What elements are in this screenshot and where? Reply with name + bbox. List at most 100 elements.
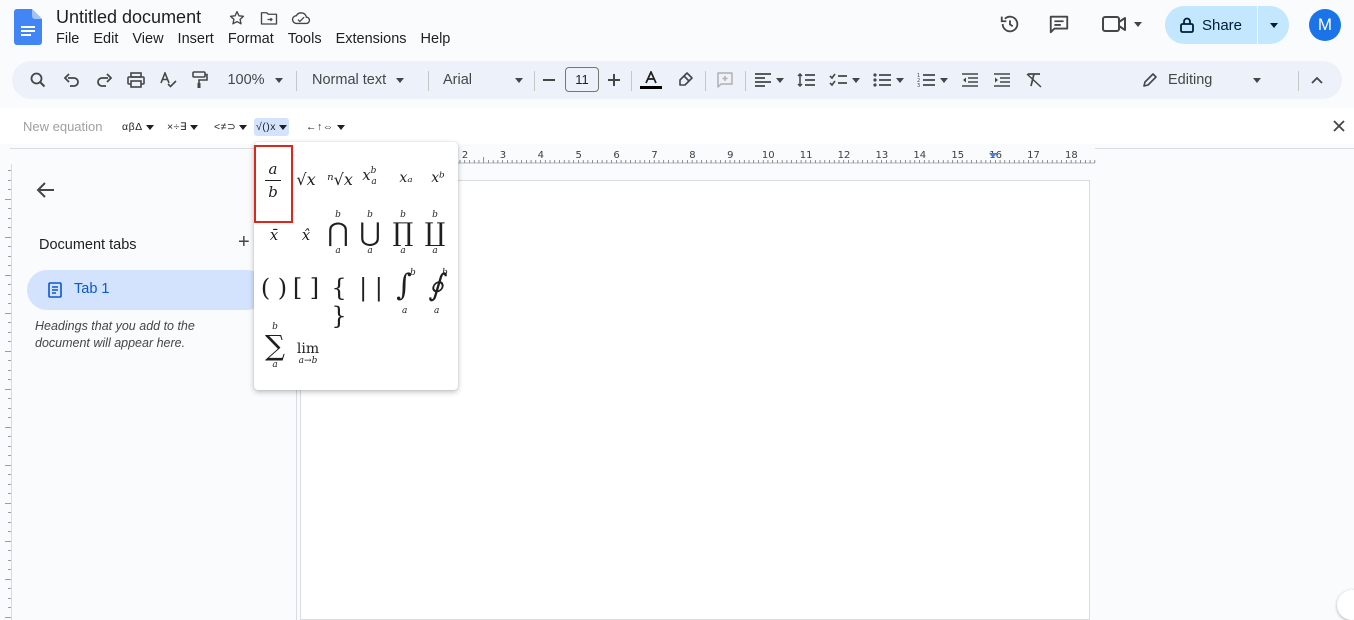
undo-icon[interactable]	[60, 61, 84, 99]
spellcheck-icon[interactable]	[156, 61, 180, 99]
absolute-value-button[interactable]: | |	[358, 274, 384, 302]
share-button[interactable]: Share	[1165, 6, 1289, 44]
insert-comment-icon[interactable]	[713, 61, 737, 99]
overline-button[interactable]: x̄	[262, 226, 286, 244]
greek-letters-dropdown[interactable]: αβΔ	[122, 118, 154, 136]
editing-mode-label: Editing	[1168, 72, 1213, 88]
checklist-icon[interactable]	[826, 61, 862, 99]
print-icon[interactable]	[124, 61, 148, 99]
menu-file[interactable]: File	[56, 31, 86, 47]
relations-dropdown[interactable]: <≠⊃	[214, 118, 248, 136]
big-union-button[interactable]: b ⋃ a	[358, 210, 382, 256]
sidebar-item-tab-1[interactable]: Tab 1 ⋮	[27, 270, 273, 310]
menu-format[interactable]: Format	[228, 31, 281, 47]
brackets-label: [ ]	[292, 274, 320, 302]
vertical-ruler[interactable]	[0, 164, 12, 620]
decrease-indent-icon[interactable]	[958, 61, 982, 99]
fraction-numerator: a	[268, 160, 278, 178]
subscript-button[interactable]: xₐ	[394, 170, 418, 186]
paint-format-icon[interactable]	[188, 61, 212, 99]
editing-mode-select[interactable]: Editing	[1142, 61, 1272, 99]
subscript-label: xₐ	[399, 170, 413, 186]
meet-icon[interactable]	[1098, 6, 1146, 42]
ruler-tick	[8, 208, 11, 209]
ruler-tick	[8, 417, 11, 418]
increase-indent-icon[interactable]	[990, 61, 1014, 99]
menu-tools[interactable]: Tools	[288, 31, 329, 47]
zoom-select[interactable]: 100%	[222, 61, 288, 99]
sub-superscript-button[interactable]: xba	[360, 166, 384, 187]
star-icon[interactable]	[226, 9, 248, 27]
contour-integral-button[interactable]: ∮ b a	[422, 268, 450, 316]
paragraph-style-select[interactable]: Normal text	[308, 61, 418, 99]
close-icon[interactable]	[1331, 118, 1347, 134]
new-equation-button[interactable]: New equation	[23, 119, 103, 134]
back-arrow-icon[interactable]	[34, 178, 58, 202]
document-title[interactable]: Untitled document	[56, 7, 201, 28]
summation-label: ∑	[265, 329, 285, 362]
lock-icon	[1180, 17, 1194, 33]
misc-operations-dropdown[interactable]: ×÷∃	[167, 118, 199, 136]
move-folder-icon[interactable]	[258, 9, 280, 27]
paragraph-style-value: Normal text	[312, 72, 387, 88]
misc-operations-label: ×÷∃	[167, 121, 188, 133]
big-intersection-button[interactable]: b ⋂ a	[326, 210, 350, 256]
limit-label: lim	[296, 341, 320, 357]
fraction-button[interactable]: a b	[262, 160, 284, 201]
nth-root-button[interactable]: ⁿ√x	[325, 170, 355, 189]
limit-button[interactable]: lim a→b	[294, 342, 322, 366]
version-history-icon[interactable]	[992, 6, 1028, 42]
relations-label: <≠⊃	[214, 121, 237, 133]
menu-insert[interactable]: Insert	[178, 31, 221, 47]
hide-menus-chevron-up-icon[interactable]	[1305, 61, 1329, 99]
align-icon[interactable]	[752, 61, 786, 99]
brackets-button[interactable]: [ ]	[292, 274, 320, 302]
summation-button[interactable]: b ∑ a	[262, 322, 288, 370]
product-button[interactable]: b ∏ a	[390, 210, 416, 256]
ruler-tick	[8, 227, 11, 228]
text-color-icon[interactable]	[639, 61, 663, 99]
ruler-number: 10	[762, 150, 775, 161]
menu-help[interactable]: Help	[421, 31, 458, 47]
menu-edit[interactable]: Edit	[93, 31, 125, 47]
numbered-list-icon[interactable]: 123	[914, 61, 950, 99]
upper-bound: b	[410, 268, 416, 278]
ruler-tick	[8, 436, 11, 437]
search-menus-icon[interactable]	[26, 61, 50, 99]
math-operations-dropdown[interactable]: √()x	[254, 118, 290, 136]
clear-formatting-icon[interactable]	[1022, 61, 1046, 99]
hat-button[interactable]: x̂	[294, 226, 318, 244]
add-tab-icon[interactable]: +	[238, 231, 250, 254]
parentheses-label: ( )	[260, 274, 288, 302]
ruler-tick	[8, 331, 11, 333]
menu-extensions[interactable]: Extensions	[336, 31, 414, 47]
ruler-tick	[8, 559, 11, 561]
highlight-color-icon[interactable]	[673, 61, 697, 99]
ruler-number: 3	[500, 150, 506, 161]
font-family-select[interactable]: Arial	[440, 61, 528, 99]
superscript-button[interactable]: xᵇ	[426, 170, 450, 186]
arrows-dropdown[interactable]: ←↑⇔	[306, 118, 345, 136]
font-family-value: Arial	[443, 72, 473, 88]
avatar[interactable]: M	[1309, 9, 1341, 41]
outline-hint: Headings that you add to the document wi…	[35, 319, 195, 350]
coproduct-button[interactable]: b ∐ a	[422, 210, 448, 256]
square-root-button[interactable]: √x	[292, 170, 320, 189]
cloud-saved-icon[interactable]	[290, 9, 312, 27]
menu-view[interactable]: View	[132, 31, 170, 47]
comments-icon[interactable]	[1041, 6, 1077, 42]
integral-button[interactable]: ∫ b a	[390, 268, 418, 316]
increase-font-size-icon[interactable]	[605, 61, 623, 99]
share-options-chevron-icon[interactable]	[1258, 22, 1289, 28]
parentheses-button[interactable]: ( )	[260, 274, 288, 302]
redo-icon[interactable]	[92, 61, 116, 99]
braces-button[interactable]: { }	[324, 274, 354, 330]
bulleted-list-icon[interactable]	[870, 61, 906, 99]
ruler-tick	[8, 255, 11, 257]
line-spacing-icon[interactable]	[794, 61, 818, 99]
decrease-font-size-icon[interactable]	[540, 61, 558, 99]
document-outline-sidebar: Document tabs + Tab 1 ⋮ Headings that yo…	[12, 164, 295, 620]
ruler-tick	[5, 540, 11, 542]
font-size-input[interactable]: 11	[565, 67, 599, 92]
docs-logo-icon[interactable]	[14, 9, 42, 45]
